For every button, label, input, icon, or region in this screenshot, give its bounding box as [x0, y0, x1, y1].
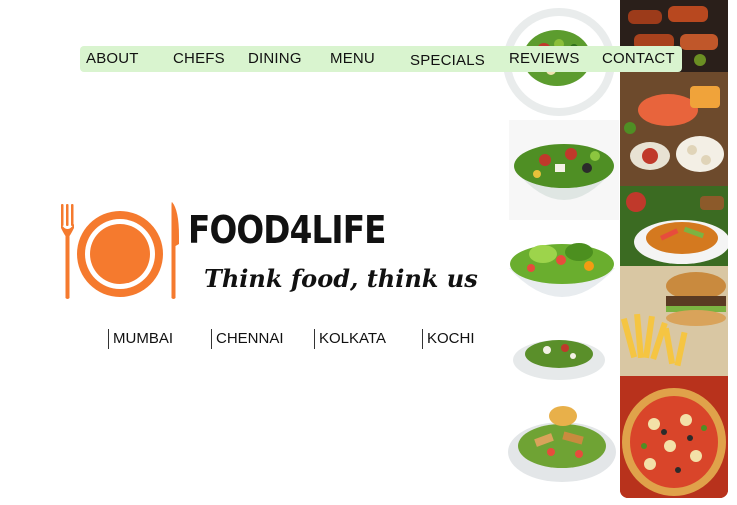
- green-salad-bowl-image: [505, 222, 619, 308]
- nav-about[interactable]: ABOUT: [86, 50, 139, 67]
- small-salad-plate-image: [507, 322, 619, 388]
- salmon-platter-image: [620, 72, 728, 186]
- spicy-stirfry-image: [620, 186, 728, 266]
- brand-tagline: Think food, think us: [204, 264, 478, 293]
- main-nav: ABOUT CHEFS DINING MENU SPECIALS REVIEWS…: [80, 46, 682, 72]
- city-kolkata[interactable]: KOLKATA: [314, 329, 386, 349]
- city-mumbai[interactable]: MUMBAI: [108, 329, 173, 349]
- burger-fries-image: [620, 266, 728, 376]
- nav-chefs[interactable]: CHEFS: [173, 50, 225, 67]
- nav-contact[interactable]: CONTACT: [602, 50, 675, 67]
- nav-dining[interactable]: DINING: [248, 50, 302, 67]
- city-chennai[interactable]: CHENNAI: [211, 329, 284, 349]
- nav-specials[interactable]: SPECIALS: [410, 52, 485, 69]
- brand-name: FOOD4LIFE: [188, 208, 387, 252]
- nav-reviews[interactable]: REVIEWS: [509, 50, 580, 67]
- pizza-image: [620, 376, 728, 498]
- fork-plate-knife-icon: [58, 198, 182, 302]
- chicken-salad-plate-image: [505, 400, 619, 490]
- city-kochi[interactable]: KOCHI: [422, 329, 475, 349]
- greek-salad-bowl-image: [509, 120, 619, 220]
- nav-menu[interactable]: MENU: [330, 50, 375, 67]
- food-collage: [499, 0, 729, 500]
